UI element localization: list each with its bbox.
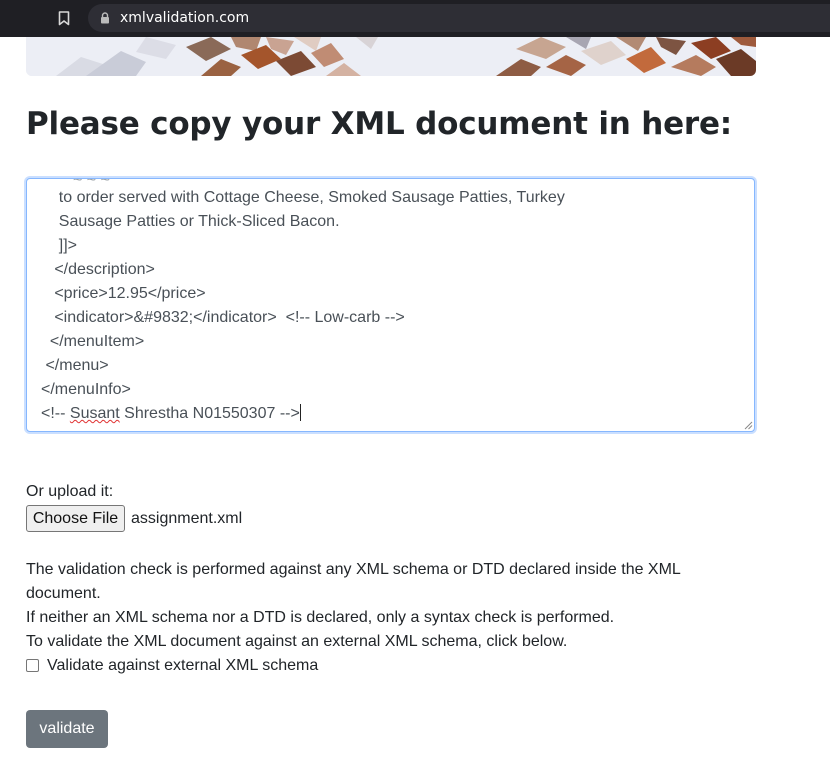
xml-line: ]]>: [41, 237, 78, 254]
xml-line: to order served with Cottage Cheese, Smo…: [41, 189, 565, 206]
xml-line: </menuItem>: [41, 333, 145, 350]
choose-file-button[interactable]: Choose File: [26, 505, 125, 532]
page-title: Please copy your XML document in here:: [26, 106, 733, 142]
xml-line: Sausage Patties or Thick-Sliced Bacon.: [41, 213, 340, 230]
xml-line: </menuInfo>: [41, 381, 131, 398]
xml-text: Shrestha N01550307 -->: [119, 405, 300, 422]
info-text: To validate the XML document against an …: [26, 633, 568, 650]
xml-line-last: <!-- Susant Shrestha N01550307 -->: [41, 404, 301, 424]
text-caret: [299, 404, 301, 421]
lock-icon: [101, 12, 109, 24]
header-banner-image: [26, 37, 756, 76]
xml-text: <!--: [41, 405, 70, 422]
spellcheck-word: Susant: [69, 405, 120, 422]
resize-handle-icon[interactable]: [743, 420, 753, 430]
xml-line: <price>12.95</price>: [41, 285, 206, 302]
info-text: document.: [26, 585, 101, 602]
selected-file-name: assignment.xml: [131, 510, 243, 527]
info-text: The validation check is performed agains…: [26, 561, 681, 578]
xml-input-textarea[interactable]: ~ ~ ~ to order served with Cottage Chees…: [26, 178, 755, 432]
validate-button[interactable]: validate: [26, 710, 108, 748]
bookmark-icon[interactable]: [58, 11, 70, 26]
external-schema-label[interactable]: Validate against external XML schema: [47, 657, 318, 675]
upload-label: Or upload it:: [26, 483, 114, 500]
browser-toolbar: xmlvalidation.com: [0, 0, 830, 37]
xml-line: <indicator>&#9832;</indicator> <!-- Low-…: [41, 309, 405, 326]
external-schema-checkbox[interactable]: [26, 659, 39, 672]
address-bar[interactable]: xmlvalidation.com: [88, 4, 830, 32]
info-text: If neither an XML schema nor a DTD is de…: [26, 609, 615, 626]
xml-line: </menu>: [41, 357, 109, 374]
xml-line: </description>: [41, 261, 155, 278]
url-text: xmlvalidation.com: [120, 10, 250, 26]
